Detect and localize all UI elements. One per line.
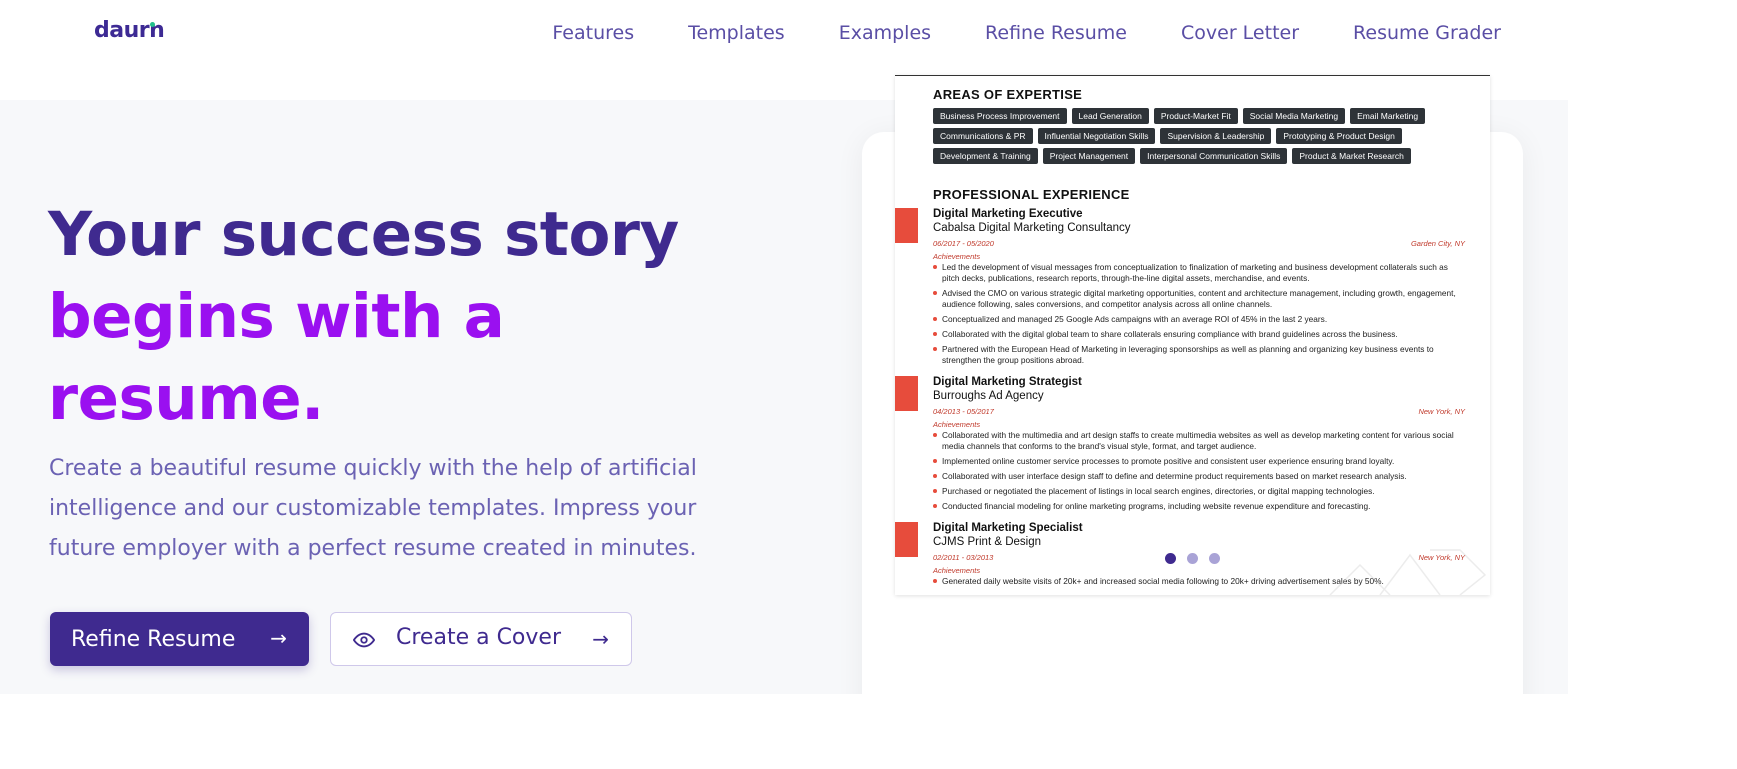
expertise-title: AREAS OF EXPERTISE [933,87,1083,102]
job-bullet: Conceptualized and managed 25 Google Ads… [933,314,1463,325]
decorative-chevrons-icon [1329,549,1487,595]
nav-features[interactable]: Features [552,22,634,44]
job-accent-bar [895,522,918,557]
main-nav: Features Templates Examples Refine Resum… [552,22,1501,44]
job-company: Burroughs Ad Agency [933,390,1044,402]
job-bullet: Conducted financial modeling for online … [933,501,1463,512]
expertise-tag: Email Marketing [1350,108,1426,124]
job-company: CJMS Print & Design [933,536,1042,548]
expertise-tag: Prototyping & Product Design [1276,128,1402,144]
job-bullet: Advised the CMO on various strategic dig… [933,288,1463,310]
job-title: Digital Marketing Strategist [933,376,1082,388]
job-accent-bar [895,376,918,411]
expertise-tag: Influential Negotiation Skills [1037,128,1156,144]
arrow-right-icon: → [270,626,287,650]
expertise-tag: Social Media Marketing [1242,108,1346,124]
job-bullet: Purchased or negotiated the placement of… [933,486,1463,497]
nav-examples[interactable]: Examples [839,22,931,44]
achievements-label: Achievements [933,566,981,575]
resume-preview-document: AREAS OF EXPERTISE Business Process Impr… [895,75,1490,595]
refine-resume-button-label: Refine Resume [71,626,236,652]
job-accent-bar [895,208,918,243]
logo-dot [150,22,155,27]
expertise-tag: Product-Market Fit [1153,108,1238,124]
achievements-label: Achievements [933,252,981,261]
hero-headline: Your success story begins with a resume. [48,194,679,440]
nav-templates[interactable]: Templates [688,22,785,44]
achievements-label: Achievements [933,420,981,429]
job-dates: 04/2013 - 05/2017 [933,407,994,416]
nav-resume-grader[interactable]: Resume Grader [1353,22,1501,44]
job-location: Garden City, NY [1410,239,1465,248]
carousel-dot[interactable] [1165,553,1176,564]
job-bullet: Collaborated with user interface design … [933,471,1463,482]
job-title: Digital Marketing Specialist [933,522,1083,534]
job-title: Digital Marketing Executive [933,208,1083,220]
expertise-tag: Supervision & Leadership [1160,128,1272,144]
job-company: Cabalsa Digital Marketing Consultancy [933,222,1131,234]
carousel-dot[interactable] [1209,553,1220,564]
job-dates: 06/2017 - 05/2020 [933,239,994,248]
nav-cover-letter[interactable]: Cover Letter [1181,22,1299,44]
job-entry: Digital Marketing Strategist Burroughs A… [895,376,1490,516]
create-cover-button-label: Create a Cover [396,625,561,650]
arrow-right-icon: → [592,627,609,651]
expertise-tag: Interpersonal Communication Skills [1140,148,1288,164]
job-dates: 02/2011 - 03/2013 [933,553,994,562]
job-bullet: Implemented online customer service proc… [933,456,1463,467]
nav-refine-resume[interactable]: Refine Resume [985,22,1127,44]
expertise-tag: Development & Training [933,148,1038,164]
hero-subtext: Create a beautiful resume quickly with t… [49,456,697,561]
refine-resume-button[interactable]: Refine Resume → [50,612,309,666]
job-bullet: Partnered with the European Head of Mark… [933,344,1463,366]
expertise-tag: Business Process Improvement [933,108,1067,124]
create-cover-button[interactable]: Create a Cover → [330,612,632,666]
job-bullets: Led the development of visual messages f… [933,262,1463,370]
resume-top-rule [895,75,1490,76]
headline-line-3: resume. [48,363,324,434]
job-bullet: Collaborated with the digital global tea… [933,329,1463,340]
expertise-tag: Project Management [1042,148,1136,164]
expertise-tag: Communications & PR [933,128,1033,144]
headline-line-2: begins with a [48,281,505,352]
job-location: New York, NY [1418,407,1465,416]
carousel-dot[interactable] [1187,553,1198,564]
carousel-dots [1165,553,1220,564]
expertise-tags: Business Process Improvement Lead Genera… [933,108,1463,164]
job-bullet: Led the development of visual messages f… [933,262,1463,284]
headline-line-1: Your success story [48,199,679,270]
expertise-tag: Product & Market Research [1292,148,1411,164]
expertise-tag: Lead Generation [1071,108,1149,124]
job-bullet: Collaborated with the multimedia and art… [933,430,1463,452]
eye-icon [353,632,375,648]
job-entry: Digital Marketing Executive Cabalsa Digi… [895,208,1490,368]
job-bullets: Collaborated with the multimedia and art… [933,430,1463,516]
experience-title: PROFESSIONAL EXPERIENCE [933,187,1130,202]
